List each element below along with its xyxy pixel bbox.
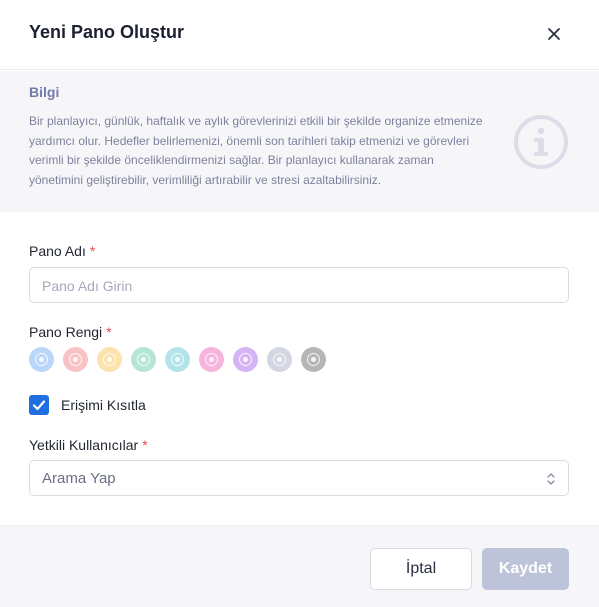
color-swatch[interactable] (301, 347, 326, 372)
save-button[interactable]: Kaydet (482, 548, 569, 590)
authorized-users-select[interactable]: Arama Yap (29, 460, 569, 496)
authorized-users-label-text: Yetkili Kullanıcılar (29, 437, 139, 453)
check-icon (32, 400, 46, 411)
board-name-placeholder: Pano Adı Girin (42, 278, 133, 294)
color-swatch[interactable] (165, 347, 190, 372)
color-swatch[interactable] (199, 347, 224, 372)
color-swatch[interactable] (63, 347, 88, 372)
cancel-button[interactable]: İptal (370, 548, 472, 590)
authorized-users-placeholder: Arama Yap (42, 470, 116, 487)
required-mark: * (89, 243, 96, 259)
color-swatch[interactable] (29, 347, 54, 372)
required-mark: * (106, 324, 112, 340)
required-mark: * (142, 437, 148, 453)
board-color-label-text: Pano Rengi (29, 324, 103, 340)
color-swatch[interactable] (233, 347, 258, 372)
chevron-updown-icon (547, 473, 555, 485)
close-button[interactable] (542, 22, 566, 46)
board-name-label-text: Pano Adı (29, 243, 86, 259)
restrict-access-label: Erişimi Kısıtla (61, 397, 146, 413)
board-name-input[interactable]: Pano Adı Girin (29, 267, 569, 303)
dialog-title: Yeni Pano Oluştur (29, 22, 185, 42)
board-color-label: Pano Rengi * (29, 324, 112, 340)
board-name-label: Pano Adı * (29, 243, 95, 259)
info-panel: Bilgi Bir planlayıcı, günlük, haftalık v… (0, 71, 599, 212)
color-swatch[interactable] (131, 347, 156, 372)
info-circle-icon (514, 115, 568, 169)
info-title: Bilgi (29, 84, 60, 100)
color-swatch[interactable] (97, 347, 122, 372)
info-text: Bir planlayıcı, günlük, haftalık ve aylı… (29, 114, 483, 187)
close-icon (548, 28, 560, 40)
restrict-access-checkbox[interactable] (29, 395, 49, 415)
authorized-users-label: Yetkili Kullanıcılar * (29, 437, 148, 453)
color-swatch[interactable] (267, 347, 292, 372)
dialog-footer: İptal Kaydet (0, 525, 599, 607)
dialog-header: Yeni Pano Oluştur (0, 0, 599, 70)
